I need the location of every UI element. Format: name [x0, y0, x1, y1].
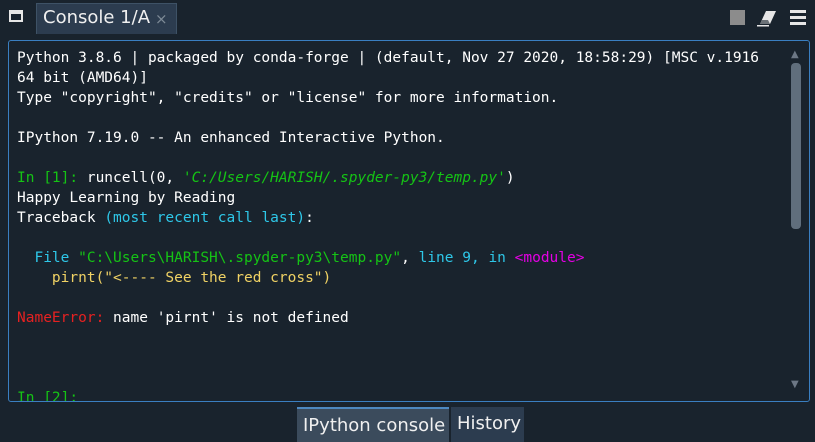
banner-line: 64 bit (AMD64)] [17, 70, 148, 86]
file-label: File [17, 250, 79, 266]
options-menu-icon[interactable] [790, 10, 806, 25]
input-command-close: ) [505, 170, 515, 186]
eraser-icon[interactable] [757, 9, 779, 27]
tab-console-1a[interactable]: Console 1/A × [36, 3, 177, 34]
file-line-number: line 9 [418, 250, 471, 266]
banner-line: Python 3.8.6 | packaged by conda-forge |… [17, 50, 760, 66]
tab-history[interactable]: History [451, 407, 524, 442]
output-line: Happy Learning by Reading [17, 190, 236, 206]
close-icon[interactable]: × [155, 10, 168, 28]
window-pane-icon[interactable] [9, 10, 23, 22]
input-argument: 'C:/Users/HARISH/.spyder-py3/temp.py' [182, 170, 506, 186]
vertical-scrollbar[interactable]: ▲ ▼ [789, 49, 803, 393]
file-comma: , [401, 250, 419, 266]
traceback-label: Traceback [17, 210, 105, 226]
error-message: name 'pirnt' is not defined [104, 310, 349, 326]
traceback-paren: (most recent call last) [104, 210, 306, 226]
file-in: , in [470, 250, 515, 266]
file-path: "C:\Users\HARISH\.spyder-py3\temp.py" [78, 250, 402, 266]
scroll-down-icon[interactable]: ▼ [791, 379, 799, 390]
traceback-file-line: File "C:\Users\HARISH\.spyder-py3\temp.p… [17, 248, 787, 268]
traceback-colon: : [305, 210, 314, 226]
ipython-console[interactable]: Python 3.8.6 | packaged by conda-forge |… [8, 40, 810, 402]
stop-icon[interactable] [730, 10, 745, 25]
tab-title: Console 1/A [43, 7, 151, 28]
input-line-2[interactable]: In [2]: [17, 388, 787, 402]
input-command: runcell(0, [78, 170, 183, 186]
console-output: Python 3.8.6 | packaged by conda-forge |… [17, 48, 787, 402]
input-prompt: In [1]: [17, 170, 79, 186]
banner-line: IPython 7.19.0 -- An enhanced Interactiv… [17, 130, 445, 146]
scroll-up-icon[interactable]: ▲ [791, 49, 799, 60]
error-line: NameError: name 'pirnt' is not defined [17, 308, 787, 328]
input-line-1: In [1]: runcell(0, 'C:/Users/HARISH/.spy… [17, 168, 787, 188]
error-type: NameError: [17, 310, 105, 326]
traceback-code-line: pirnt("<---- See the red cross") [17, 270, 332, 286]
banner-line: Type "copyright", "credits" or "license"… [17, 90, 559, 106]
input-prompt: In [2]: [17, 390, 79, 402]
scroll-thumb[interactable] [791, 63, 801, 229]
tab-ipython-console[interactable]: IPython console [297, 407, 449, 442]
traceback-header: Traceback (most recent call last): [17, 208, 787, 228]
file-module: <module> [514, 250, 585, 266]
pane-header: Console 1/A × [0, 0, 815, 36]
